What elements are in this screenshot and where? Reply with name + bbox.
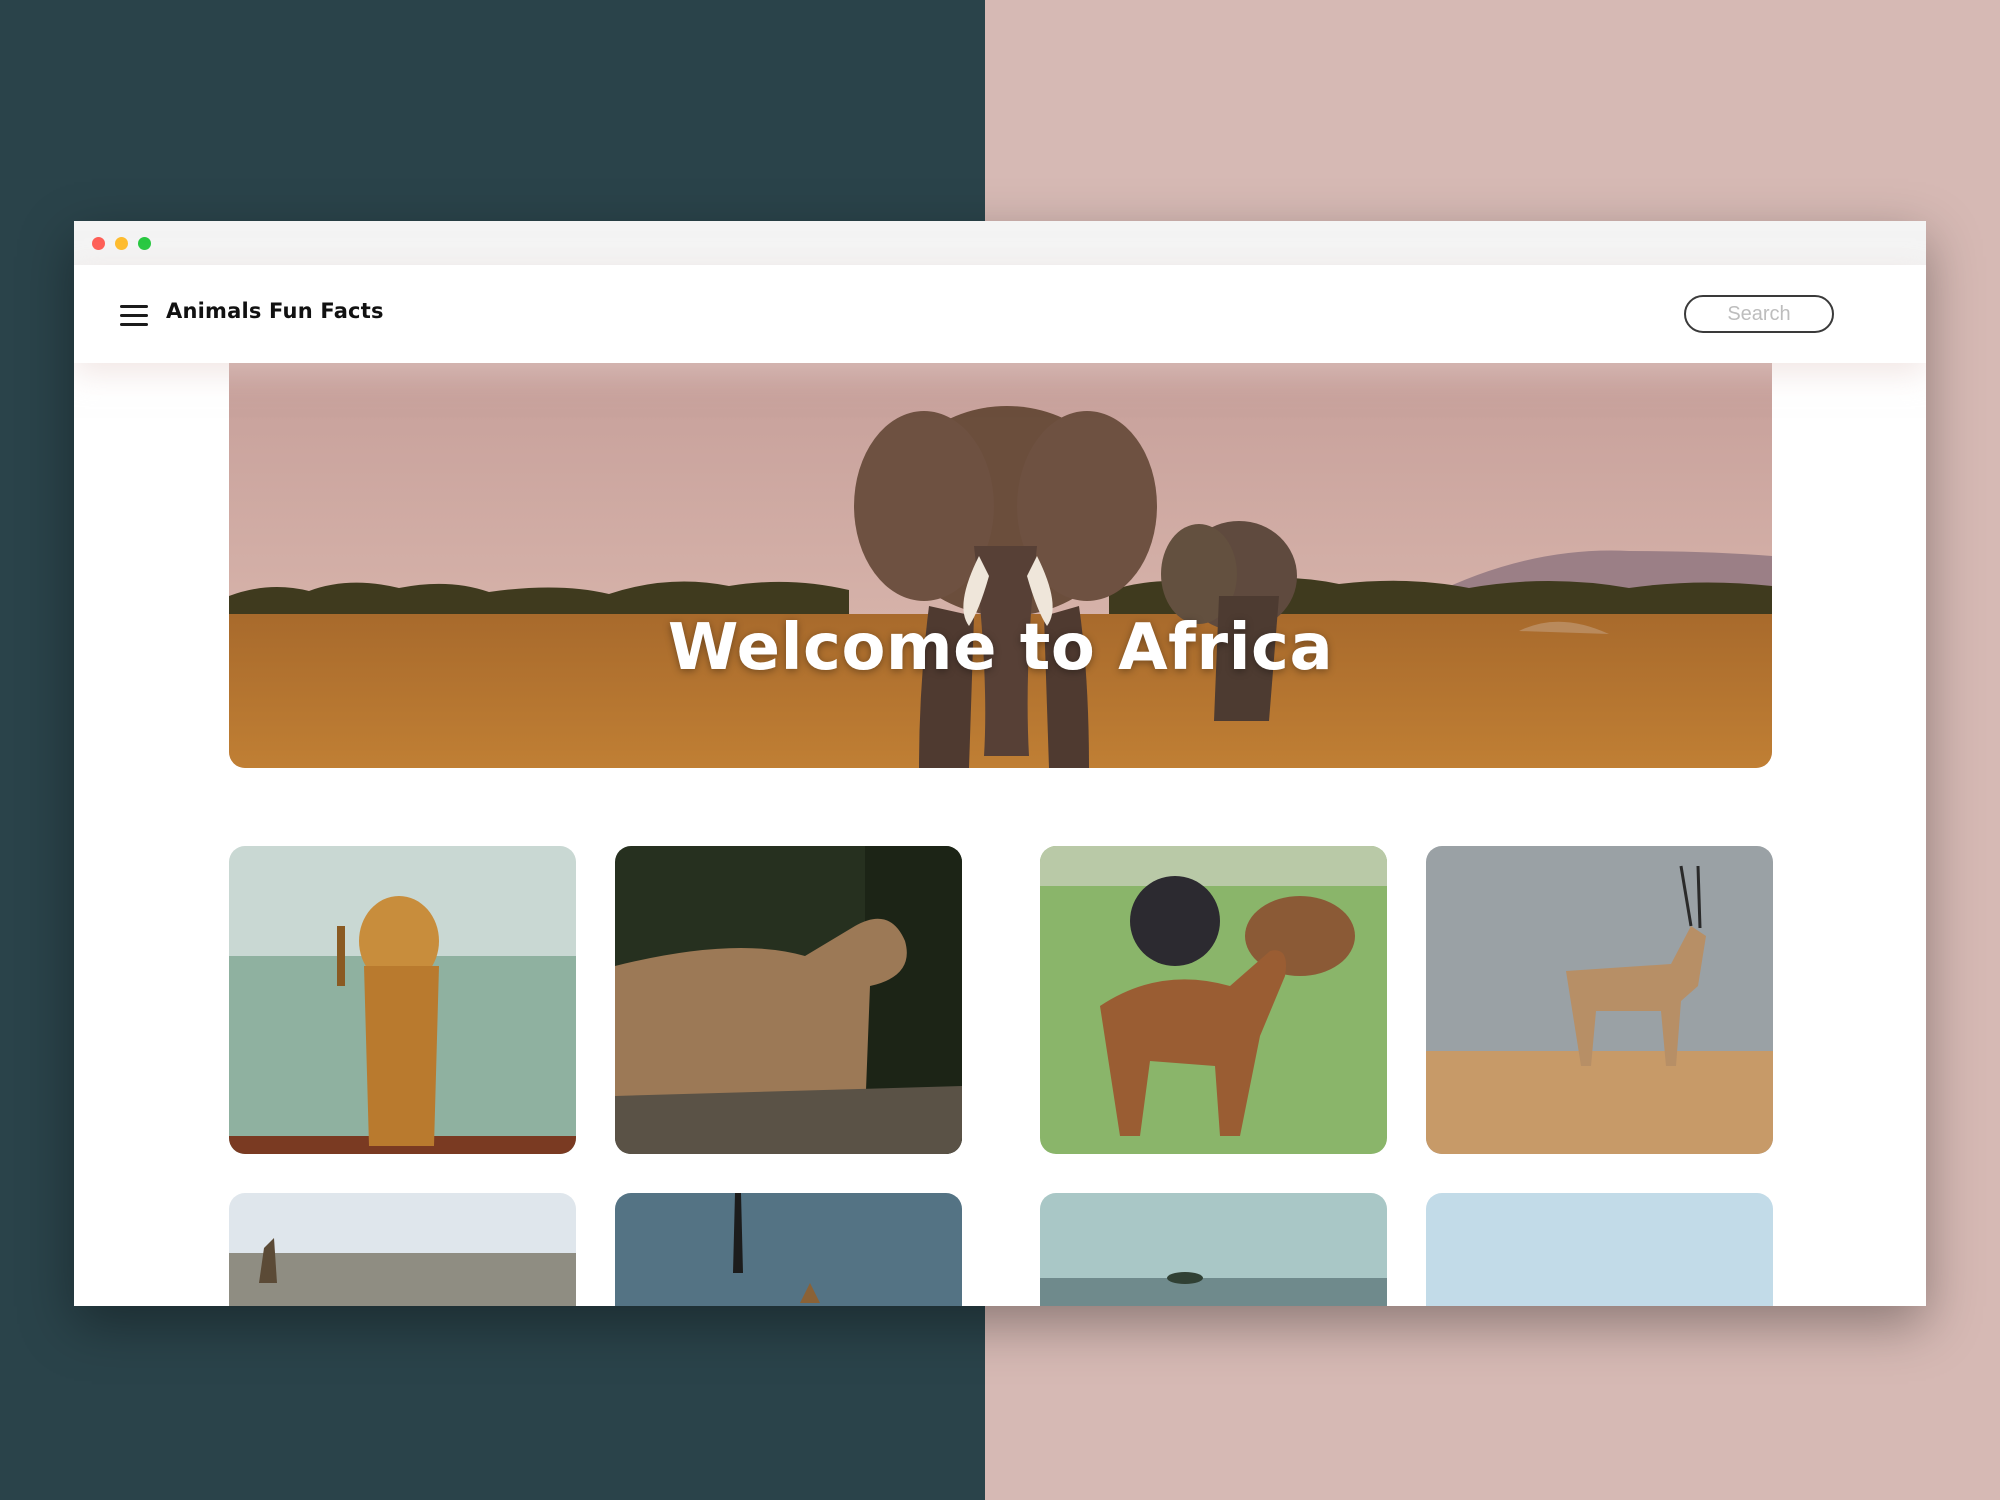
minimize-dot[interactable]	[115, 237, 128, 250]
giraffe-plains-image	[229, 1193, 576, 1306]
top-navbar: Animals Fun Facts	[74, 265, 1926, 363]
site-brand[interactable]: Animals Fun Facts	[166, 299, 384, 323]
animal-card-acacia-giraffes[interactable]	[615, 1193, 962, 1306]
hero-banner: Welcome to Africa	[229, 346, 1772, 768]
hero-title: Welcome to Africa	[667, 611, 1334, 685]
animal-card-oryx[interactable]	[1426, 846, 1773, 1154]
savanna-acacia-image	[1040, 1193, 1387, 1306]
acacia-tree-giraffes-image	[615, 1193, 962, 1306]
animal-card-nyala[interactable]	[1040, 846, 1387, 1154]
animal-card-lioness[interactable]	[229, 846, 576, 1154]
window-titlebar	[74, 221, 1926, 266]
maximize-dot[interactable]	[138, 237, 151, 250]
lioness-image	[229, 846, 576, 1154]
browser-window: Animals Fun Facts Search Welcome to Afri…	[74, 221, 1926, 1306]
animal-card-savanna-acacia[interactable]	[1040, 1193, 1387, 1306]
search-input[interactable]	[1684, 295, 1834, 333]
nyala-antelopes-image	[1040, 846, 1387, 1154]
hamburger-menu-icon[interactable]	[120, 305, 150, 329]
cougar-image	[615, 846, 962, 1154]
animal-card-sky-landscape[interactable]	[1426, 1193, 1773, 1306]
animal-card-cougar[interactable]	[615, 846, 962, 1154]
animal-card-giraffe-plains[interactable]	[229, 1193, 576, 1306]
close-dot[interactable]	[92, 237, 105, 250]
oryx-image	[1426, 846, 1773, 1154]
hero-elephants-image	[229, 346, 1772, 768]
sky-landscape-image	[1426, 1193, 1773, 1306]
